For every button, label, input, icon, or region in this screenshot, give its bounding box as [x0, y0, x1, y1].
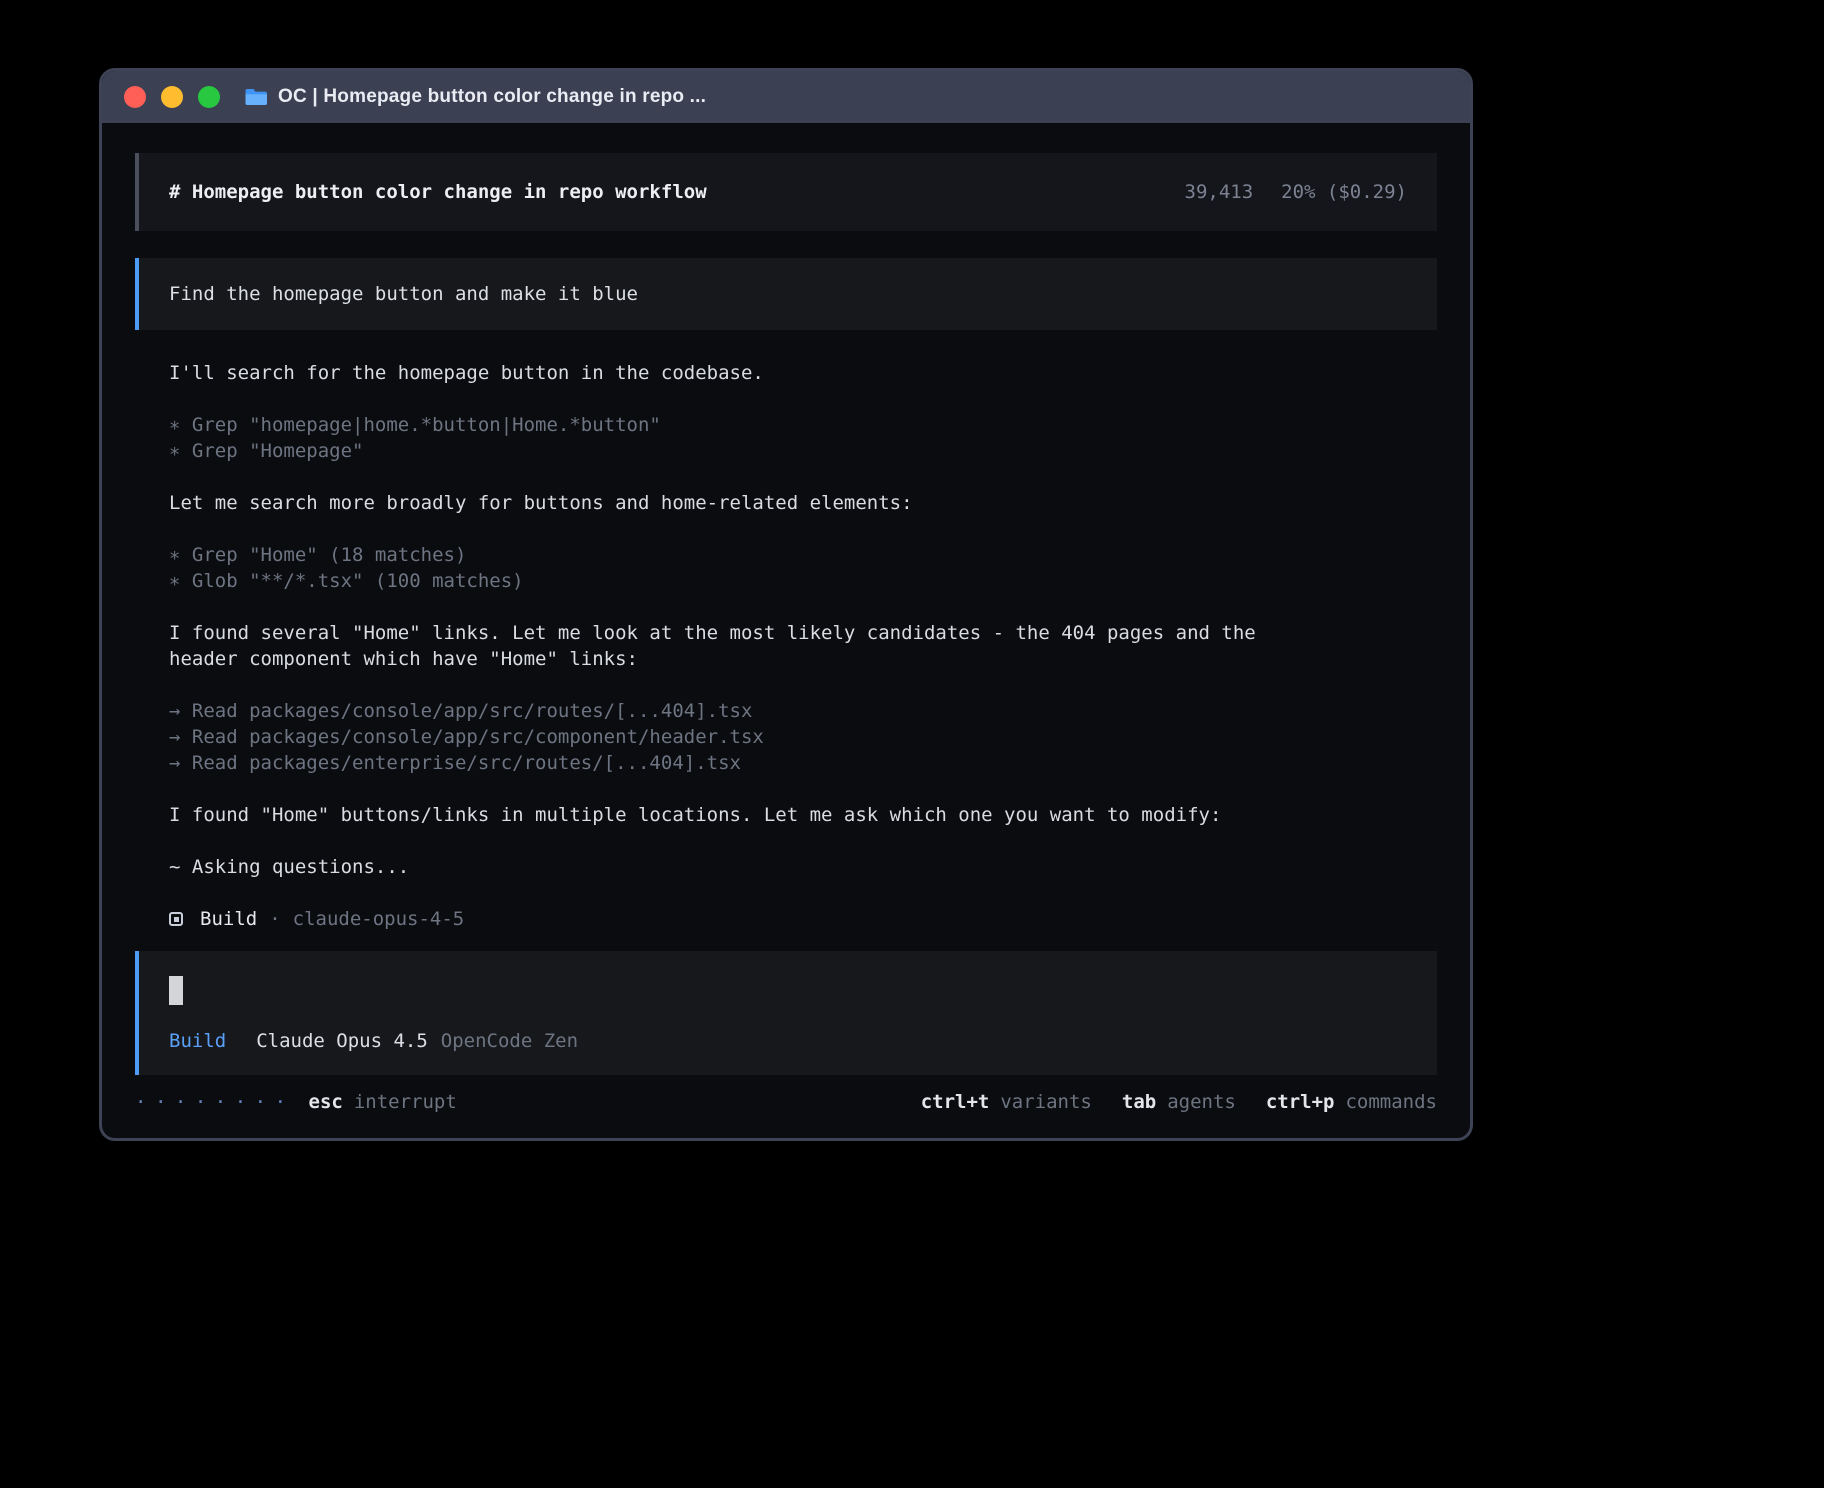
terminal-content: # Homepage button color change in repo w…	[102, 123, 1470, 1138]
token-count: 39,413	[1185, 181, 1254, 203]
agent-status: Build · claude-opus-4-5	[169, 906, 1437, 932]
agent-model: claude-opus-4-5	[293, 908, 465, 930]
agent-mode-label[interactable]: Build	[169, 1030, 226, 1052]
tab-key-hint: tab	[1122, 1091, 1156, 1113]
close-button[interactable]	[124, 86, 146, 108]
tool-call-group: → Read packages/console/app/src/routes/[…	[169, 698, 1437, 776]
session-header: # Homepage button color change in repo w…	[135, 153, 1437, 231]
session-title: # Homepage button color change in repo w…	[169, 181, 707, 203]
text-cursor	[169, 976, 183, 1005]
status-left: ········ esc interrupt	[135, 1091, 457, 1113]
assistant-text: I'll search for the homepage button in t…	[169, 360, 1437, 386]
commands-label: commands	[1345, 1091, 1437, 1113]
tool-call-grep: ∗ Grep "homepage|home.*button|Home.*butt…	[169, 412, 1437, 438]
agent-separator: ·	[269, 908, 280, 930]
asking-questions-status: ~ Asking questions...	[169, 854, 1437, 880]
tool-call-grep: ∗ Grep "Home" (18 matches)	[169, 542, 1437, 568]
folder-icon	[244, 87, 268, 107]
session-stats: 39,413 20% ($0.29)	[1185, 181, 1407, 203]
window-title: OC | Homepage button color change in rep…	[278, 86, 706, 108]
assistant-text: Let me search more broadly for buttons a…	[169, 490, 1437, 516]
traffic-lights	[124, 86, 220, 108]
provider-label: OpenCode Zen	[441, 1030, 578, 1052]
tool-call-glob: ∗ Glob "**/*.tsx" (100 matches)	[169, 568, 1437, 594]
agents-label: agents	[1167, 1091, 1236, 1113]
ctrl-p-key-hint: ctrl+p	[1266, 1091, 1335, 1113]
tool-call-read: → Read packages/console/app/src/componen…	[169, 724, 1437, 750]
conversation: I'll search for the homepage button in t…	[169, 360, 1437, 932]
shortcut-commands[interactable]: ctrl+p commands	[1266, 1091, 1437, 1113]
tool-call-group: ∗ Grep "homepage|home.*button|Home.*butt…	[169, 412, 1437, 464]
minimize-button[interactable]	[161, 86, 183, 108]
status-right: ctrl+t variants tab agents ctrl+p comman…	[921, 1091, 1437, 1113]
assistant-text: I found several "Home" links. Let me loo…	[169, 620, 1284, 672]
assistant-text: I found "Home" buttons/links in multiple…	[169, 802, 1437, 828]
titlebar[interactable]: OC | Homepage button color change in rep…	[102, 71, 1470, 123]
input-meta: Build Claude Opus 4.5 OpenCode Zen	[169, 1028, 1407, 1054]
agent-icon	[169, 912, 183, 926]
status-bar: ········ esc interrupt ctrl+t variants t…	[135, 1089, 1437, 1115]
agent-name: Build	[200, 908, 257, 930]
terminal-window: OC | Homepage button color change in rep…	[99, 68, 1473, 1141]
tool-call-read: → Read packages/console/app/src/routes/[…	[169, 698, 1437, 724]
user-message-text: Find the homepage button and make it blu…	[169, 283, 638, 305]
prompt-input[interactable]: Build Claude Opus 4.5 OpenCode Zen	[135, 951, 1437, 1075]
user-message: Find the homepage button and make it blu…	[135, 258, 1437, 330]
spinner-dots: ········	[135, 1091, 295, 1113]
tool-call-read: → Read packages/enterprise/src/routes/[.…	[169, 750, 1437, 776]
variants-label: variants	[1000, 1091, 1092, 1113]
esc-key-hint[interactable]: esc	[309, 1091, 343, 1113]
interrupt-label: interrupt	[354, 1091, 457, 1113]
shortcut-variants[interactable]: ctrl+t variants	[921, 1091, 1092, 1113]
shortcut-agents[interactable]: tab agents	[1122, 1091, 1236, 1113]
ctrl-t-key-hint: ctrl+t	[921, 1091, 990, 1113]
context-usage: 20% ($0.29)	[1281, 181, 1407, 203]
tool-call-grep: ∗ Grep "Homepage"	[169, 438, 1437, 464]
tool-call-group: ∗ Grep "Home" (18 matches) ∗ Glob "**/*.…	[169, 542, 1437, 594]
model-label[interactable]: Claude Opus 4.5	[256, 1030, 428, 1052]
zoom-button[interactable]	[198, 86, 220, 108]
